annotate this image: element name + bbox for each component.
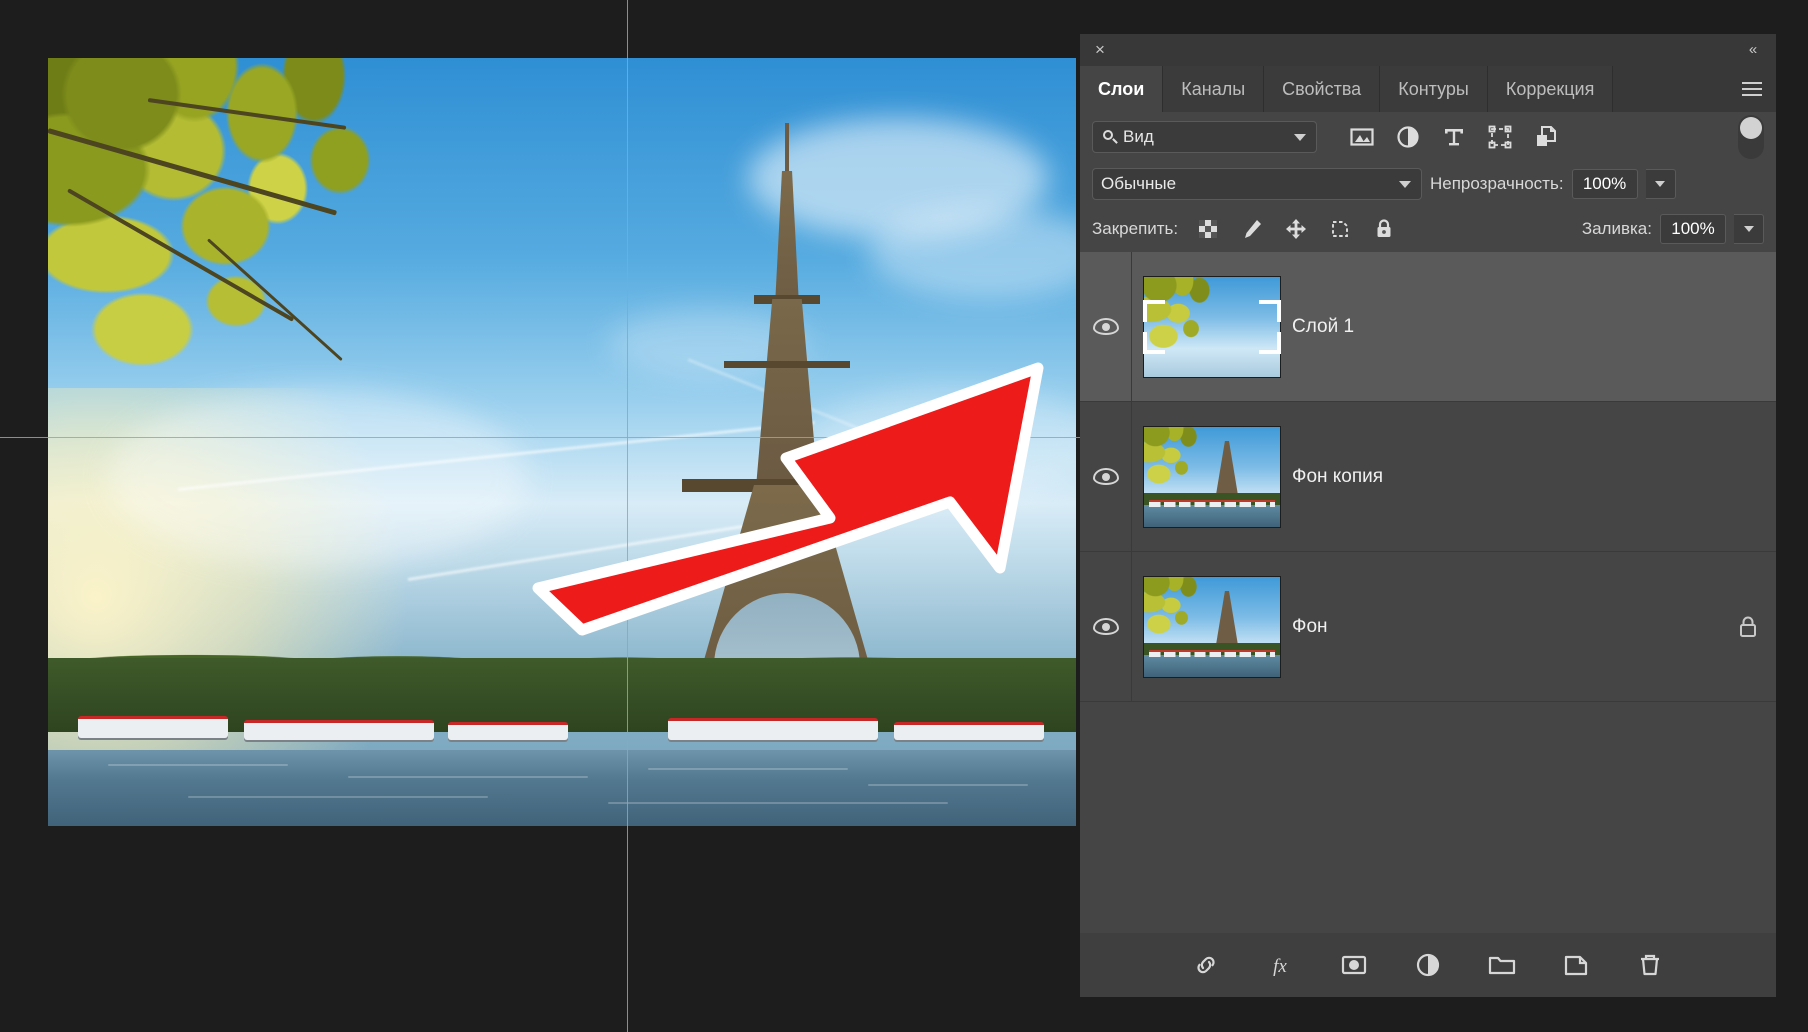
tab-adjustments[interactable]: Коррекция — [1487, 66, 1614, 112]
chevron-down-icon — [1655, 181, 1666, 187]
smart-object-filter-icon[interactable] — [1533, 124, 1559, 150]
delete-layer-icon[interactable] — [1635, 950, 1665, 980]
tab-label: Контуры — [1398, 78, 1469, 99]
eye-icon — [1092, 468, 1119, 485]
fill-input[interactable]: 100% — [1660, 214, 1726, 244]
lock-image-pixels-icon[interactable] — [1240, 217, 1264, 241]
new-layer-icon[interactable] — [1561, 950, 1591, 980]
pixel-layer-filter-icon[interactable] — [1349, 124, 1375, 150]
boats — [48, 698, 1076, 754]
fill-stepper[interactable] — [1734, 214, 1764, 244]
lock-position-icon[interactable] — [1284, 217, 1308, 241]
layer-thumbnail-cell[interactable] — [1132, 275, 1292, 378]
photoshop-window: × « Слои Каналы Свойства Контуры Коррекц… — [0, 0, 1808, 1032]
layer-name[interactable]: Фон — [1292, 616, 1720, 638]
close-icon[interactable]: × — [1090, 40, 1110, 60]
link-layers-icon[interactable] — [1191, 950, 1221, 980]
adjustment-layer-filter-icon[interactable] — [1395, 124, 1421, 150]
lock-artboard-nesting-icon[interactable] — [1328, 217, 1352, 241]
add-layer-mask-icon[interactable] — [1339, 950, 1369, 980]
shape-layer-filter-icon[interactable] — [1487, 124, 1513, 150]
layer-thumbnail[interactable] — [1143, 425, 1281, 528]
lock-all-icon[interactable] — [1372, 217, 1396, 241]
tab-channels[interactable]: Каналы — [1163, 66, 1265, 112]
lock-transparent-pixels-icon[interactable] — [1196, 217, 1220, 241]
layer-lock-cell — [1720, 614, 1776, 640]
layer-style-fx-icon[interactable]: fx — [1265, 950, 1295, 980]
tab-properties[interactable]: Свойства — [1264, 66, 1381, 112]
layer-thumbnail[interactable] — [1143, 275, 1281, 378]
new-group-icon[interactable] — [1487, 950, 1517, 980]
layer-visibility-toggle[interactable] — [1080, 402, 1132, 551]
lock-label: Закрепить: — [1092, 219, 1179, 238]
blend-mode-select[interactable]: Обычные — [1092, 168, 1422, 200]
table-row[interactable]: Фон — [1080, 552, 1776, 702]
eye-icon — [1092, 318, 1119, 335]
red-arrow-annotation — [530, 330, 1050, 640]
fill-label: Заливка: — [1581, 219, 1652, 238]
layer-thumbnail-cell[interactable] — [1132, 575, 1292, 678]
new-adjustment-layer-icon[interactable] — [1413, 950, 1443, 980]
tab-paths[interactable]: Контуры — [1380, 66, 1488, 112]
collapse-panel-icon[interactable]: « — [1742, 40, 1764, 60]
tab-label: Каналы — [1181, 78, 1246, 99]
svg-text:fx: fx — [1273, 956, 1287, 977]
layer-thumbnail-cell[interactable] — [1132, 425, 1292, 528]
panel-menu-icon[interactable] — [1728, 66, 1776, 112]
blend-mode-value: Обычные — [1101, 174, 1177, 193]
layers-panel: × « Слои Каналы Свойства Контуры Коррекц… — [1080, 34, 1776, 997]
chevron-down-icon — [1399, 180, 1411, 188]
layer-filter-row: Вид — [1080, 112, 1776, 162]
layers-panel-toolbar: fx — [1080, 933, 1776, 997]
filter-icon-group — [1349, 124, 1559, 150]
panel-title-bar: × « — [1080, 34, 1776, 66]
tab-layers[interactable]: Слои — [1080, 66, 1164, 112]
opacity-label: Непрозрачность: — [1430, 174, 1564, 193]
layer-thumbnail[interactable] — [1143, 575, 1281, 678]
lock-icon-group — [1196, 217, 1396, 241]
opacity-stepper[interactable] — [1645, 169, 1676, 199]
filter-kind-select[interactable]: Вид — [1092, 121, 1317, 153]
tab-label: Свойства — [1282, 78, 1362, 99]
chevron-down-icon — [1294, 133, 1306, 141]
search-icon — [1101, 128, 1119, 146]
lock-icon — [1737, 614, 1759, 640]
layer-visibility-toggle[interactable] — [1080, 552, 1132, 701]
filter-enable-toggle[interactable] — [1738, 115, 1764, 159]
blend-mode-row: Обычные Непрозрачность: 100% — [1080, 162, 1776, 206]
table-row[interactable]: Фон копия — [1080, 402, 1776, 552]
chevron-down-icon — [1743, 226, 1754, 232]
eye-icon — [1092, 618, 1119, 635]
river-water — [48, 750, 1076, 826]
layer-name[interactable]: Слой 1 — [1292, 316, 1720, 338]
tab-label: Слои — [1098, 78, 1145, 99]
layer-visibility-toggle[interactable] — [1080, 252, 1132, 401]
table-row[interactable]: Слой 1 — [1080, 252, 1776, 402]
panel-tab-bar: Слои Каналы Свойства Контуры Коррекция — [1080, 66, 1776, 112]
type-layer-filter-icon[interactable] — [1441, 124, 1467, 150]
filter-kind-value: Вид — [1123, 127, 1154, 146]
tree-foliage — [48, 58, 548, 508]
opacity-input[interactable]: 100% — [1571, 169, 1638, 199]
layers-list: Слой 1 Фон копия Фон — [1080, 252, 1776, 702]
layer-name[interactable]: Фон копия — [1292, 466, 1720, 488]
lock-row: Закрепить: Заливка: 100% — [1080, 206, 1776, 252]
tab-label: Коррекция — [1505, 78, 1595, 99]
